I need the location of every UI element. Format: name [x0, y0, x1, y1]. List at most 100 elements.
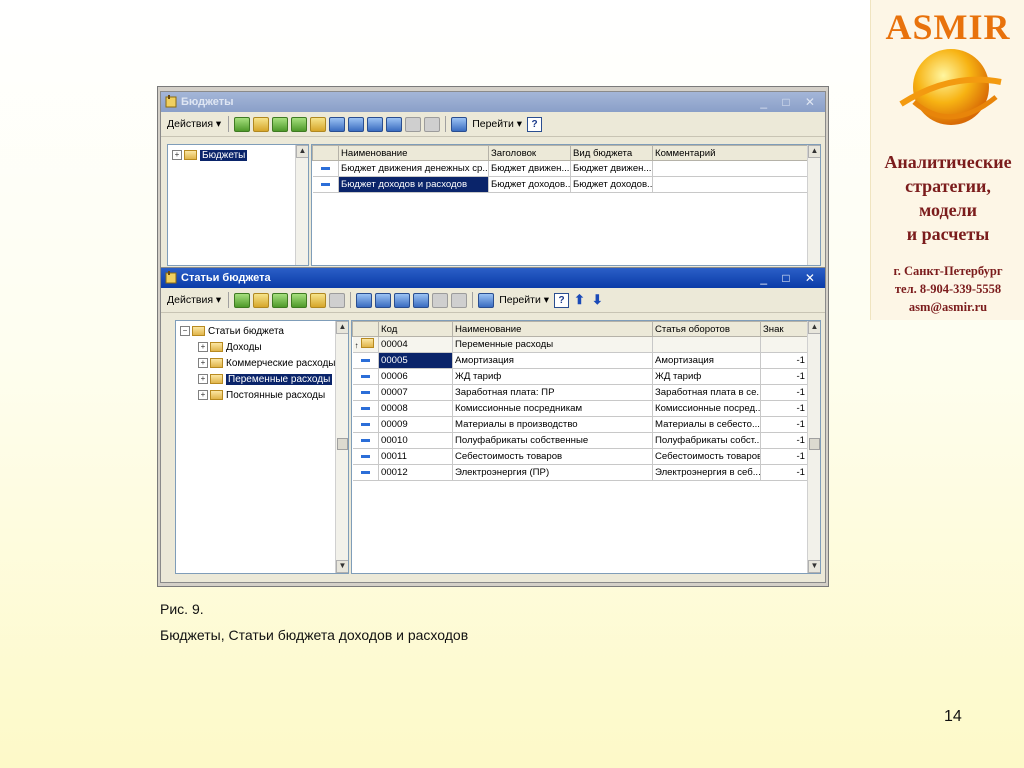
table-row[interactable]: 00008 Комиссионные посредникам Комиссион… — [352, 400, 808, 417]
cell-code[interactable]: 00010 — [378, 432, 453, 449]
filter-value-icon[interactable] — [413, 292, 430, 308]
cell-name[interactable]: Полуфабрикаты собственные — [452, 432, 653, 449]
table-row[interactable]: 00009 Материалы в производство Материалы… — [352, 416, 808, 433]
column-header-turnover[interactable]: Статья оборотов — [652, 321, 761, 337]
cell-name[interactable]: Материалы в производство — [452, 416, 653, 433]
edit-icon[interactable] — [291, 292, 308, 308]
window-controls[interactable]: _ □ ✕ — [760, 268, 821, 288]
table-row[interactable]: ↑ 00004 Переменные расходы — [352, 336, 808, 353]
column-header-header[interactable]: Заголовок — [488, 145, 571, 161]
add-icon[interactable] — [234, 116, 251, 132]
cell-code[interactable]: 00009 — [378, 416, 453, 433]
tree-item-income[interactable]: + Доходы — [198, 340, 262, 354]
budgets-titlebar[interactable]: Бюджеты _ □ ✕ — [161, 92, 825, 112]
cell-turnover[interactable]: ЖД тариф — [652, 368, 761, 385]
cell-turnover[interactable]: Заработная плата в се... — [652, 384, 761, 401]
add-folder-icon[interactable] — [253, 292, 270, 308]
cell-turnover[interactable]: Электроэнергия в себ... — [652, 464, 761, 481]
filter-value-icon[interactable] — [386, 116, 403, 132]
cell-turnover[interactable]: Амортизация — [652, 352, 761, 369]
cell-name[interactable]: Бюджет доходов и расходов — [338, 176, 489, 193]
hierarchy-icon[interactable] — [329, 116, 346, 132]
help-icon[interactable]: ? — [554, 292, 569, 308]
cell-code[interactable]: 00008 — [378, 400, 453, 417]
cell-header[interactable]: Бюджет движен... — [488, 160, 571, 177]
cell-sign[interactable]: -1 — [760, 368, 808, 385]
cell-name[interactable]: Бюджет движения денежных ср... — [338, 160, 489, 177]
cell-sign[interactable]: -1 — [760, 448, 808, 465]
tree-item-fixed[interactable]: + Постоянные расходы — [198, 388, 325, 402]
add-folder-icon[interactable] — [253, 116, 270, 132]
actions-menu[interactable]: Действия ▾ — [165, 115, 223, 133]
cell-code[interactable]: 00006 — [378, 368, 453, 385]
cell-sign[interactable]: -1 — [760, 432, 808, 449]
clear-filter-icon[interactable] — [451, 292, 468, 308]
column-header-comment[interactable]: Комментарий — [652, 145, 809, 161]
mark-delete-icon[interactable] — [310, 292, 327, 308]
level-up-icon[interactable] — [375, 292, 392, 308]
window-controls[interactable]: _ □ ✕ — [760, 92, 821, 112]
copy-icon[interactable] — [272, 292, 289, 308]
cell-kind[interactable]: Бюджет движен... — [570, 160, 653, 177]
sort-icon[interactable] — [432, 292, 449, 308]
cell-turnover[interactable] — [652, 336, 761, 353]
column-header-kind[interactable]: Вид бюджета — [570, 145, 653, 161]
goto-menu[interactable]: Перейти ▾ — [497, 291, 551, 309]
cell-code[interactable]: 00007 — [378, 384, 453, 401]
scroll-thumb[interactable] — [809, 438, 820, 450]
tree-scrollbar[interactable]: ▲ — [295, 145, 308, 265]
scroll-down-icon[interactable]: ▼ — [808, 560, 820, 573]
cell-turnover[interactable]: Комиссионные посред... — [652, 400, 761, 417]
level-up-icon[interactable] — [348, 116, 365, 132]
column-header-sign[interactable]: Знак — [760, 321, 808, 337]
table-row[interactable]: 00010 Полуфабрикаты собственные Полуфабр… — [352, 432, 808, 449]
mark-delete-icon[interactable] — [310, 116, 327, 132]
table-row[interactable]: Бюджет движения денежных ср... Бюджет дв… — [312, 160, 809, 177]
scroll-down-icon[interactable]: ▼ — [336, 560, 348, 573]
cell-comment[interactable] — [652, 176, 809, 193]
scroll-up-icon[interactable]: ▲ — [808, 145, 820, 158]
refresh-icon[interactable] — [478, 292, 495, 308]
edit-icon[interactable] — [291, 116, 308, 132]
cell-comment[interactable] — [652, 160, 809, 177]
expand-icon[interactable]: + — [198, 390, 208, 400]
cell-sign[interactable] — [760, 336, 808, 353]
cell-sign[interactable]: -1 — [760, 400, 808, 417]
cell-name[interactable]: Электроэнергия (ПР) — [452, 464, 653, 481]
cell-sign[interactable]: -1 — [760, 416, 808, 433]
cell-name[interactable]: Заработная плата: ПР — [452, 384, 653, 401]
delete-icon[interactable] — [329, 292, 346, 308]
scroll-up-icon[interactable]: ▲ — [808, 321, 820, 334]
table-row[interactable]: 00007 Заработная плата: ПР Заработная пл… — [352, 384, 808, 401]
collapse-icon[interactable]: − — [180, 326, 190, 336]
cell-turnover[interactable]: Материалы в себесто... — [652, 416, 761, 433]
expand-icon[interactable]: + — [198, 342, 208, 352]
clear-filter-icon[interactable] — [424, 116, 441, 132]
column-header-name[interactable]: Наименование — [338, 145, 489, 161]
cell-sign[interactable]: -1 — [760, 352, 808, 369]
cell-name[interactable]: Амортизация — [452, 352, 653, 369]
table-row[interactable]: 00011 Себестоимость товаров Себестоимост… — [352, 448, 808, 465]
column-header-code[interactable]: Код — [378, 321, 453, 337]
expand-icon[interactable]: + — [172, 150, 182, 160]
expand-icon[interactable]: + — [198, 358, 208, 368]
tree-item-variable[interactable]: + Переменные расходы — [198, 372, 333, 386]
cell-sign[interactable]: -1 — [760, 384, 808, 401]
table-row[interactable]: 00006 ЖД тариф ЖД тариф -1 — [352, 368, 808, 385]
scroll-thumb[interactable] — [337, 438, 348, 450]
cell-name[interactable]: ЖД тариф — [452, 368, 653, 385]
cell-name[interactable]: Переменные расходы — [452, 336, 653, 353]
tree-scrollbar[interactable]: ▲ ▼ — [335, 321, 348, 573]
table-row[interactable]: Бюджет доходов и расходов Бюджет доходов… — [312, 176, 809, 193]
cell-turnover[interactable]: Себестоимость товаров — [652, 448, 761, 465]
cell-header[interactable]: Бюджет доходов... — [488, 176, 571, 193]
table-row[interactable]: 00005 Амортизация Амортизация -1 — [352, 352, 808, 369]
filter-icon[interactable] — [367, 116, 384, 132]
items-titlebar[interactable]: Статьи бюджета _ □ ✕ — [161, 268, 825, 288]
help-icon[interactable]: ? — [527, 116, 542, 132]
cell-name[interactable]: Себестоимость товаров — [452, 448, 653, 465]
list-scrollbar[interactable]: ▲ ▼ — [807, 321, 820, 573]
expand-icon[interactable]: + — [198, 374, 208, 384]
copy-icon[interactable] — [272, 116, 289, 132]
move-up-icon[interactable]: ⬆ — [572, 291, 587, 309]
